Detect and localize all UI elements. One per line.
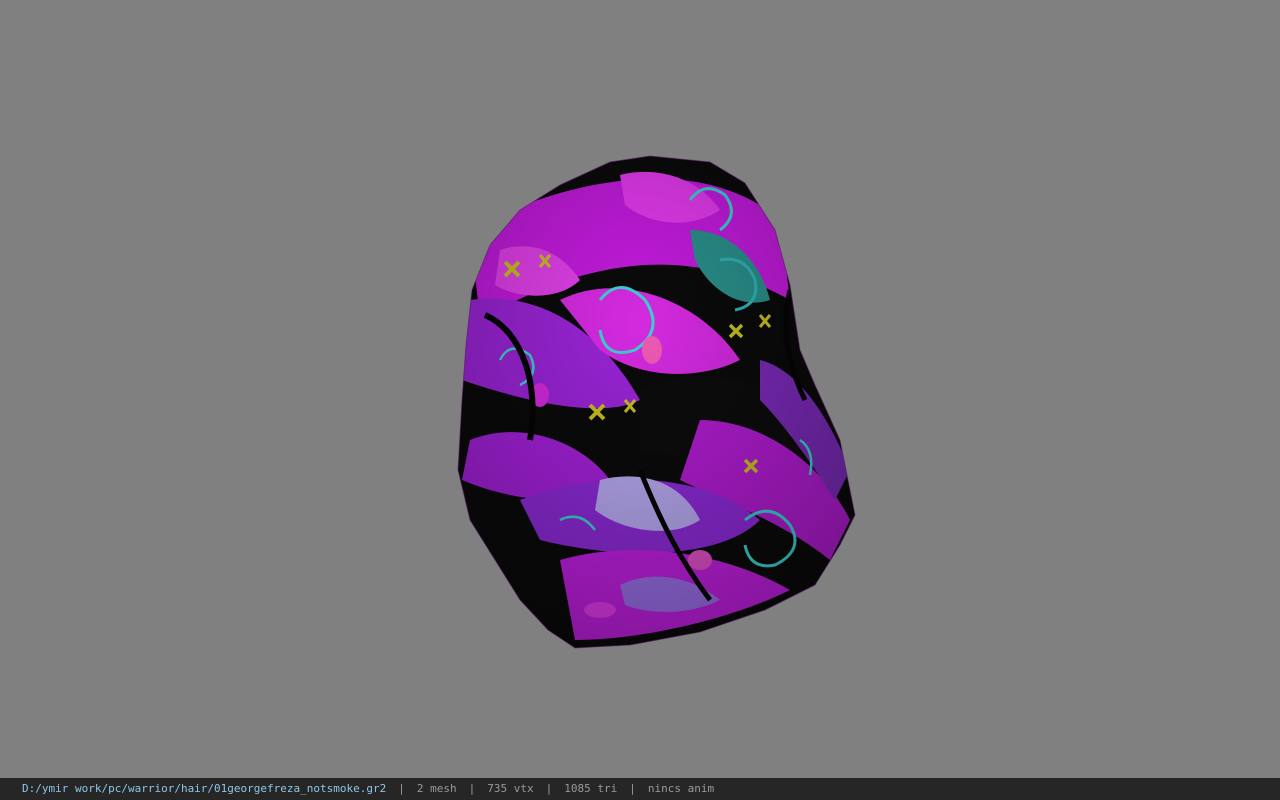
separator: | (545, 782, 553, 795)
status-bar: D:/ymir work/pc/warrior/hair/01georgefre… (0, 778, 1280, 800)
3d-viewport[interactable] (0, 0, 1280, 778)
separator: | (468, 782, 476, 795)
helmet-model[interactable] (0, 0, 1280, 778)
file-path: D:/ymir work/pc/warrior/hair/01georgefre… (22, 782, 387, 795)
animation-status: nincs anim (647, 782, 715, 795)
helmet-texture (458, 156, 855, 648)
mesh-count: 2 mesh (416, 782, 457, 795)
separator: | (629, 782, 636, 795)
separator: | (398, 782, 405, 795)
vertex-count: 735 vtx (487, 782, 534, 795)
triangle-count: 1085 tri (564, 782, 618, 795)
